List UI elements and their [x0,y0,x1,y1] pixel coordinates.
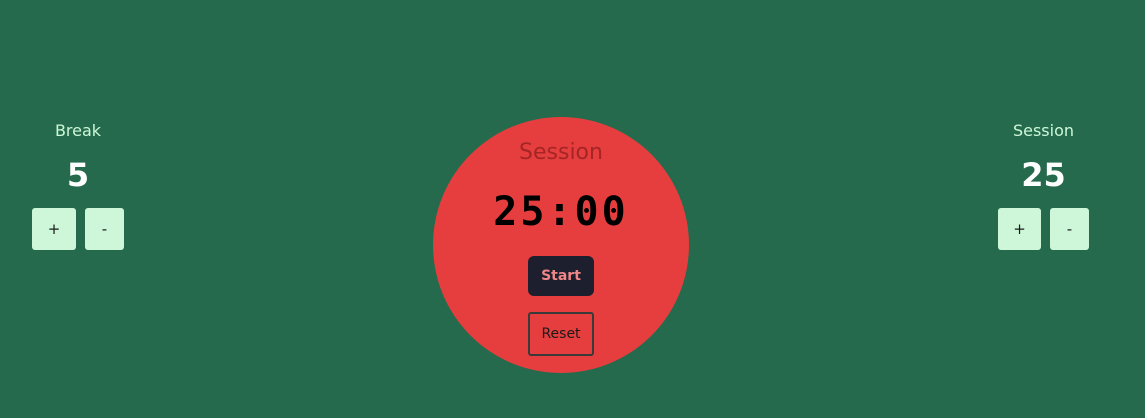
session-controls: + - [998,208,1089,250]
timer-circle: Session 25:00 Start Reset [433,117,689,373]
start-button[interactable]: Start [528,256,594,296]
session-decrement-button[interactable]: - [1050,208,1089,250]
break-decrement-button[interactable]: - [85,208,124,250]
reset-button[interactable]: Reset [528,312,594,356]
break-controls: + - [32,208,124,250]
session-length-value: 25 [1021,156,1066,194]
timer-display: 25:00 [493,189,629,235]
break-label: Break [54,121,102,140]
session-increment-button[interactable]: + [998,208,1041,250]
break-length-value: 5 [66,156,90,194]
timer-mode-label: Session [519,140,603,165]
break-panel: Break 5 + - [32,120,124,250]
session-panel: Session 25 + - [998,120,1089,250]
break-increment-button[interactable]: + [32,208,76,250]
session-label: Session [1012,121,1075,140]
